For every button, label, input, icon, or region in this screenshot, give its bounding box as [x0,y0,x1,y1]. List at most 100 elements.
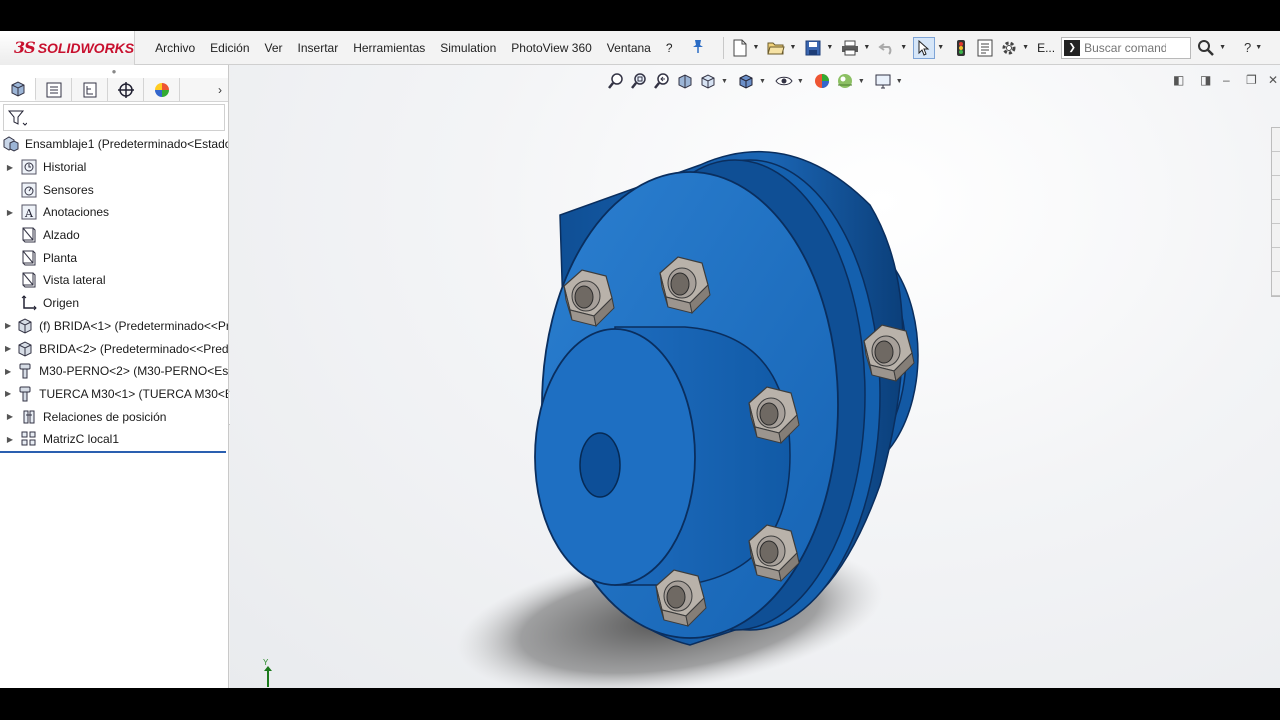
select-icon[interactable] [913,36,936,59]
graphics-area[interactable]: ▼ ▼ ▼ ▼ ▼ ◧ ◨ – ❐ ✕ Y [230,65,1280,688]
file-properties-icon[interactable] [974,37,996,59]
tree-item-label: MatrizC local1 [43,432,120,447]
search-dropdown-icon[interactable]: ▼ [1219,44,1226,51]
panel-grip-icon[interactable]: ● [0,65,228,78]
expand-arrow-icon[interactable]: ▶ [5,412,15,421]
tree-item-m30-perno[interactable]: ▶ M30-PERNO<2> (M30-PERNO<Esta [0,360,228,383]
print-icon[interactable] [839,37,861,59]
undo-dropdown-icon[interactable]: ▼ [900,44,907,51]
expand-arrow-icon[interactable]: ▶ [5,321,11,330]
tree-item-anotaciones[interactable]: ▶ A Anotaciones [0,201,228,224]
options-dropdown-icon[interactable]: ▼ [1022,44,1029,51]
flange-coupling-model[interactable] [230,65,1280,688]
pattern-icon [20,430,38,448]
ds-logo-mark: 3S [14,38,36,57]
new-dropdown-icon[interactable]: ▼ [753,44,760,51]
origin-icon [20,294,38,312]
tree-item-origen[interactable]: ▶ Origen [0,292,228,315]
propertymanager-icon[interactable] [36,78,72,101]
plane-icon [20,226,38,244]
open-dropdown-icon[interactable]: ▼ [789,44,796,51]
part-icon [16,317,34,335]
tree-item-label: BRIDA<2> (Predeterminado<<Prede [39,341,228,356]
search-icon[interactable] [1195,37,1217,59]
tree-item-label: Sensores [43,182,94,197]
letterbox-bottom [0,688,1280,720]
rollback-bar[interactable] [0,450,226,453]
assembly-icon [2,135,20,153]
reference-triad: Y [263,658,272,687]
tree-filter[interactable] [3,104,225,131]
menu-ventana[interactable]: Ventana [607,41,651,55]
featuremanager-tree-icon[interactable] [0,78,36,101]
bolt-part-icon [16,362,34,380]
tree-item-alzado[interactable]: ▶ Alzado [0,224,228,247]
pin-menu-icon[interactable] [692,39,704,56]
expand-arrow-icon[interactable]: ▶ [5,435,15,444]
tree-item-label: Ensamblaje1 (Predeterminado<Estado d [25,137,228,152]
configurationmanager-icon[interactable] [72,78,108,101]
expand-arrow-icon[interactable]: ▶ [5,367,11,376]
print-dropdown-icon[interactable]: ▼ [863,44,870,51]
tree-item-label: Alzado [43,228,80,243]
open-icon[interactable] [765,37,787,59]
command-search-box[interactable]: ❯ [1061,36,1192,59]
tree-item-relaciones[interactable]: ▶ Relaciones de posición [0,405,228,428]
tree-item-label: (f) BRIDA<1> (Predeterminado<<Pre [39,318,228,333]
expand-arrow-icon[interactable]: ▶ [5,389,11,398]
help-button[interactable]: ? [1244,40,1251,55]
tree-item-tuerca-m30[interactable]: ▶ TUERCA M30<1> (TUERCA M30<Est [0,383,228,406]
featuremanager-tabs: › [0,78,228,102]
expand-arrow-icon[interactable]: ▶ [5,208,15,217]
display-manager-icon[interactable] [144,78,180,101]
expand-arrow-icon[interactable]: ▶ [5,163,15,172]
search-input[interactable] [1084,40,1167,55]
tree-item-label: M30-PERNO<2> (M30-PERNO<Esta [39,364,228,379]
select-dropdown-icon[interactable]: ▼ [937,44,944,51]
letterbox-top [0,0,1280,31]
tree-item-label: Historial [43,160,87,175]
main-menu: Archivo Edición Ver Insertar Herramienta… [135,31,717,65]
plane-icon [20,249,38,267]
sensor-icon [20,181,38,199]
save-icon[interactable] [802,37,824,59]
command-search-icon: ❯ [1064,39,1081,56]
expand-arrow-icon[interactable]: ▶ [5,344,11,353]
undo-icon[interactable] [876,37,898,59]
dimxpert-icon[interactable] [108,78,144,101]
solidworks-logo[interactable]: 3S SOLIDWORKS [0,31,136,65]
tree-item-label: Anotaciones [43,205,110,220]
filter-icon[interactable] [7,109,27,127]
menu-herramientas[interactable]: Herramientas [353,41,425,55]
toolbar-overflow-label[interactable]: E... [1037,41,1055,55]
plane-icon [20,271,38,289]
logo-text: SOLIDWORKS [37,39,135,56]
save-dropdown-icon[interactable]: ▼ [826,44,833,51]
new-document-icon[interactable] [729,37,751,59]
help-dropdown-icon[interactable]: ▼ [1255,44,1262,51]
svg-text:A: A [24,207,34,220]
menu-help[interactable]: ? [666,41,673,55]
tree-item-historial[interactable]: ▶ Historial [0,156,228,179]
options-gear-icon[interactable] [998,37,1020,59]
bolt-part-icon [16,385,34,403]
tabs-more-icon[interactable]: › [218,83,222,97]
tree-item-matriz[interactable]: ▶ MatrizC local1 [0,428,228,451]
menu-insertar[interactable]: Insertar [298,41,339,55]
menu-archivo[interactable]: Archivo [155,41,195,55]
menu-edicion[interactable]: Edición [210,41,249,55]
solidworks-window: 3S SOLIDWORKS Archivo Edición Ver Insert… [0,31,1280,688]
menu-photoview[interactable]: PhotoView 360 [511,41,592,55]
mates-icon [20,408,38,426]
traffic-light-icon[interactable] [950,37,972,59]
tree-item-brida-2[interactable]: ▶ BRIDA<2> (Predeterminado<<Prede [0,337,228,360]
hub-bore [579,432,621,498]
triad-y-label: Y [263,658,269,667]
tree-item-planta[interactable]: ▶ Planta [0,246,228,269]
menu-simulation[interactable]: Simulation [440,41,496,55]
tree-item-ensamblaje[interactable]: Ensamblaje1 (Predeterminado<Estado d [0,133,228,156]
tree-item-vista-lateral[interactable]: ▶ Vista lateral [0,269,228,292]
tree-item-brida-1[interactable]: ▶ (f) BRIDA<1> (Predeterminado<<Pre [0,315,228,338]
tree-item-sensores[interactable]: ▶ Sensores [0,178,228,201]
menu-ver[interactable]: Ver [265,41,283,55]
